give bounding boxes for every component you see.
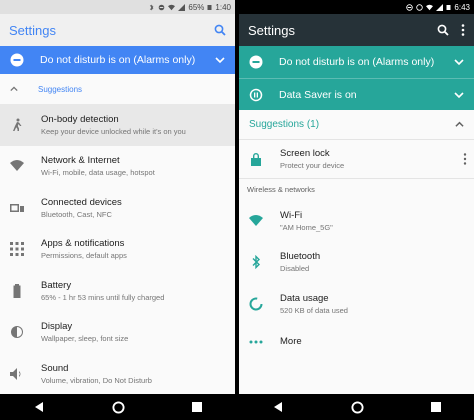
sound-icon (10, 367, 24, 381)
suggestion-item-screen-lock[interactable]: Screen lock Protect your device (239, 140, 474, 178)
settings-item-data-usage[interactable]: Data usage 520 KB of data used (239, 283, 474, 325)
battery-icon (10, 283, 24, 298)
item-title: Bluetooth (280, 251, 321, 263)
overflow-menu-icon[interactable] (461, 24, 465, 36)
search-icon[interactable] (214, 24, 226, 36)
data-saver-banner[interactable]: Data Saver is on (239, 78, 474, 110)
item-title: Connected devices (41, 196, 122, 208)
item-subtitle: Wallpaper, sleep, font size (41, 334, 129, 344)
dnd-banner-text: Do not disturb is on (Alarms only) (40, 54, 196, 66)
back-icon[interactable] (33, 401, 45, 413)
item-title: Network & Internet (41, 155, 120, 167)
suggestion-menu-icon[interactable] (456, 153, 474, 165)
chevron-down-icon[interactable] (454, 57, 464, 67)
signal-status-icon (178, 3, 186, 11)
item-title: Display (41, 321, 73, 333)
devices-icon (10, 201, 24, 215)
dnd-banner[interactable]: Do not disturb is on (Alarms only) (0, 46, 235, 74)
settings-item-more[interactable]: More (239, 325, 474, 359)
settings-item-display[interactable]: Display Wallpaper, sleep, font size (0, 312, 235, 354)
item-title: On-body detection (41, 113, 119, 125)
item-title: Screen lock (280, 148, 330, 159)
left-phone-screen: 65% 1:40 Settings Do not disturb is on (… (0, 0, 235, 420)
display-icon (10, 325, 24, 339)
wifi-status-icon (168, 4, 176, 10)
item-subtitle: 65% - 1 hr 53 mins until fully charged (41, 292, 165, 302)
chevron-down-icon[interactable] (215, 55, 225, 65)
dnd-icon (249, 55, 263, 69)
item-title: Sound (41, 362, 69, 374)
settings-item-wifi[interactable]: Wi-Fi "AM Home_5G" (239, 200, 474, 242)
app-bar: Settings (0, 14, 235, 46)
status-bar: 6:43 (239, 0, 474, 14)
battery-percent: 65% (188, 2, 205, 12)
item-subtitle: Disabled (280, 264, 310, 274)
chevron-up-icon[interactable] (10, 85, 18, 93)
battery-status-icon (207, 4, 212, 10)
bluetooth-status-icon (150, 4, 154, 10)
page-title: Settings (248, 22, 295, 38)
dnd-icon (10, 53, 24, 67)
status-time: 1:40 (215, 2, 231, 12)
recents-icon[interactable] (191, 402, 202, 412)
navigation-bar (0, 394, 235, 420)
item-subtitle: 520 KB of data used (280, 305, 348, 315)
wifi-icon (249, 214, 263, 228)
walking-person-icon (10, 118, 24, 132)
wifi-status-icon (426, 4, 434, 10)
more-icon (249, 335, 263, 349)
back-icon[interactable] (272, 401, 284, 413)
item-title: More (280, 336, 302, 347)
home-icon[interactable] (351, 400, 364, 414)
bluetooth-icon (249, 255, 263, 270)
suggestions-header[interactable]: Suggestions (1) (239, 110, 474, 140)
chevron-up-icon[interactable] (455, 120, 464, 129)
lock-icon (249, 152, 263, 166)
dnd-banner[interactable]: Do not disturb is on (Alarms only) (239, 46, 474, 78)
settings-item-network[interactable]: Network & Internet Wi-Fi, mobile, data u… (0, 146, 235, 188)
suggestions-header[interactable]: Suggestions (0, 74, 235, 104)
chevron-down-icon[interactable] (454, 90, 464, 100)
wifi-icon (10, 159, 24, 173)
page-title: Settings (9, 22, 56, 38)
item-subtitle: Keep your device unlocked while it's on … (41, 126, 186, 136)
item-subtitle: "AM Home_5G" (280, 222, 333, 232)
dnd-status-icon (406, 3, 414, 11)
recents-icon[interactable] (430, 402, 441, 412)
status-bar: 65% 1:40 (0, 0, 235, 14)
item-subtitle: Bluetooth, Cast, NFC (41, 209, 112, 219)
suggestions-label: Suggestions (1) (249, 119, 320, 130)
settings-item-connected-devices[interactable]: Connected devices Bluetooth, Cast, NFC (0, 187, 235, 229)
data-saver-status-icon (416, 3, 424, 11)
item-title: Wi-Fi (280, 209, 303, 221)
section-header: Wireless & networks (239, 178, 474, 200)
item-subtitle: Permissions, default apps (41, 251, 127, 261)
settings-item-apps[interactable]: Apps & notifications Permissions, defaul… (0, 229, 235, 271)
item-title: Data usage (280, 292, 329, 304)
settings-item-on-body-detection[interactable]: On-body detection Keep your device unloc… (0, 104, 235, 146)
item-title: Battery (41, 279, 72, 291)
dnd-status-icon (159, 4, 165, 10)
app-bar: Settings (239, 14, 474, 46)
item-title: Apps & notifications (41, 238, 125, 250)
signal-status-icon (436, 3, 444, 11)
apps-icon (10, 242, 24, 257)
right-phone-screen: 6:43 Settings Do not disturb is on (Alar… (239, 0, 474, 420)
settings-item-sound[interactable]: Sound Volume, vibration, Do Not Disturb (0, 353, 235, 395)
data-saver-banner-text: Data Saver is on (279, 88, 357, 101)
status-time: 6:43 (454, 2, 470, 12)
data-saver-icon (249, 88, 263, 101)
item-subtitle: Volume, vibration, Do Not Disturb (41, 375, 152, 385)
navigation-bar (239, 394, 474, 420)
settings-item-bluetooth[interactable]: Bluetooth Disabled (239, 242, 474, 284)
search-icon[interactable] (437, 24, 449, 36)
battery-status-icon (446, 4, 451, 10)
suggestions-label: Suggestions (38, 84, 83, 94)
item-subtitle: Protect your device (280, 161, 345, 170)
dnd-banner-text: Do not disturb is on (Alarms only) (279, 56, 435, 68)
home-icon[interactable] (112, 400, 125, 414)
data-usage-icon (249, 297, 263, 311)
settings-item-battery[interactable]: Battery 65% - 1 hr 53 mins until fully c… (0, 270, 235, 312)
item-subtitle: Wi-Fi, mobile, data usage, hotspot (41, 168, 155, 178)
